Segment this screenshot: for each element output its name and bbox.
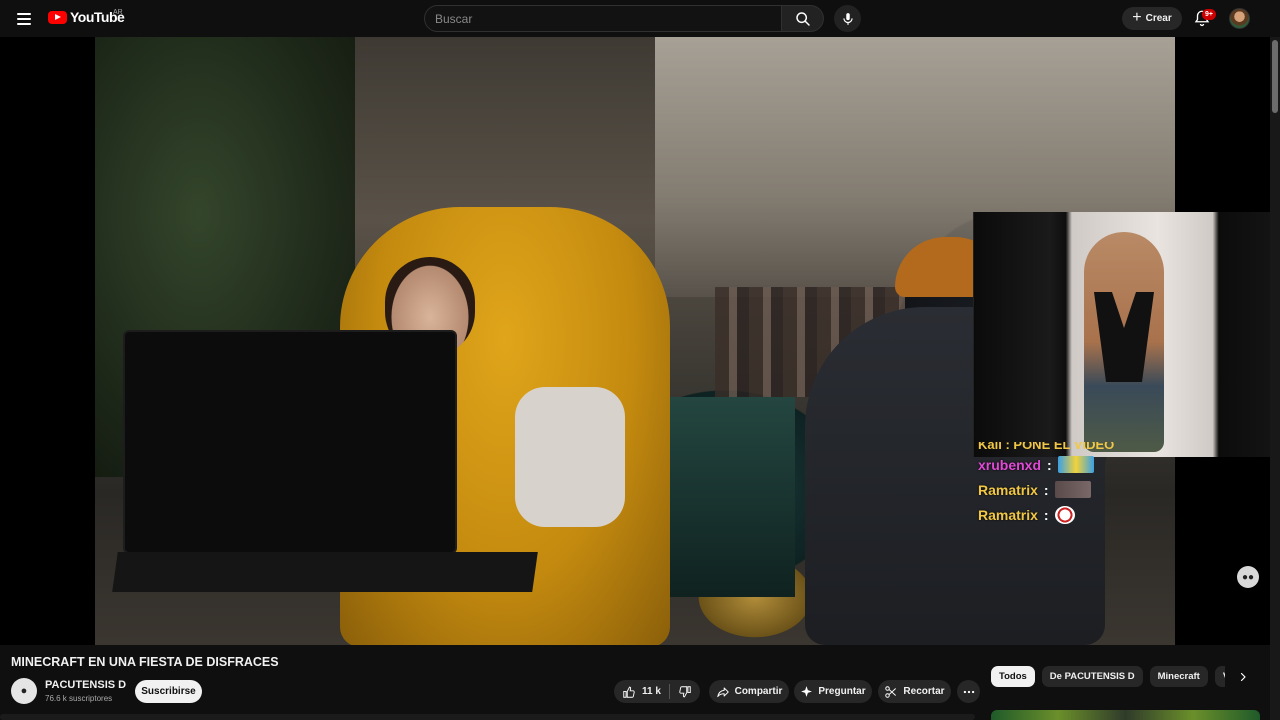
subscribe-button[interactable]: Suscribirse [135,680,202,703]
chat-username: xrubenxd [978,456,1042,473]
inset-camera [973,212,1270,457]
share-icon [716,686,729,697]
voice-search-button[interactable] [834,5,861,32]
chat-separator: : [1043,481,1049,498]
like-divider [669,684,670,699]
chat-line: Ramatrix : [978,502,1178,527]
search-icon [795,11,810,26]
description-box-edge [0,714,975,720]
chat-line-cut: Kali : PONE EL VIDEO [978,442,1115,452]
sparkle-icon [801,686,813,697]
thumbs-up-icon [623,686,635,698]
chat-separator: : [1043,506,1049,523]
create-label: Crear [1145,13,1172,24]
create-button[interactable]: + Crear [1122,7,1182,30]
chat-separator: : [1047,456,1052,473]
chat-line: xrubenxd : [978,452,1178,477]
like-button[interactable]: 11 k [622,685,661,699]
ask-button[interactable]: Preguntar [794,680,872,703]
search-input[interactable] [425,6,781,31]
chips-next-button[interactable] [1234,667,1252,687]
thumbs-down-icon [679,686,691,698]
share-label: Compartir [734,686,783,697]
emote-icon [1054,481,1091,498]
play-logo-icon [48,10,67,24]
search-button[interactable] [782,5,824,32]
video-title: MINECRAFT EN UNA FIESTA DE DISFRACES [11,655,279,669]
chat-username: Ramatrix [978,481,1038,498]
ask-label: Preguntar [818,686,866,697]
channel-watermark-icon[interactable]: ●● [1237,566,1259,588]
chevron-right-icon [1240,672,1246,682]
more-actions-button[interactable] [957,680,980,703]
page-scrollbar-track[interactable] [1270,37,1280,720]
menu-icon[interactable] [12,7,36,31]
channel-avatar[interactable]: ● [11,678,37,704]
video-player[interactable]: Kali : PONE EL VIDEO xrubenxd : Ramatrix… [0,37,1270,645]
region-code: AR [113,9,123,16]
scene-laptop [125,332,455,552]
emote-icon [1057,456,1094,473]
page-scrollbar-thumb[interactable] [1272,40,1278,113]
chip-minecraft[interactable]: Minecraft [1149,666,1208,687]
stream-chat-overlay: Kali : PONE EL VIDEO xrubenxd : Ramatrix… [978,442,1178,527]
clip-label: Recortar [903,686,945,697]
microphone-icon [842,12,853,25]
emote-icon [1054,505,1075,524]
subscriber-count: 76.6 k suscriptores [45,694,113,703]
more-horizontal-icon [963,690,974,693]
chat-username: Ramatrix [978,506,1038,523]
user-avatar[interactable] [1229,8,1250,29]
share-button[interactable]: Compartir [709,680,789,703]
clip-button[interactable]: Recortar [878,680,951,703]
plus-icon: + [1132,8,1142,26]
chip-all[interactable]: Todos [991,666,1035,687]
scene-shirt [515,387,625,527]
scene-laptop-base [112,552,538,592]
scissors-icon [885,685,897,698]
chip-related[interactable]: Videos relacionados [1214,666,1225,687]
notification-badge: 9+ [1202,9,1216,20]
recommendation-chips: Todos De PACUTENSIS D Minecraft Videos r… [991,666,1225,687]
masthead: YouTube AR + Crear 9+ [0,0,1280,37]
channel-name[interactable]: PACUTENSIS D [45,679,126,691]
search-box [424,5,782,32]
dislike-button[interactable] [676,683,694,701]
like-count: 11 k [642,686,661,697]
recommended-video-thumbnail[interactable] [991,710,1260,720]
chip-channel[interactable]: De PACUTENSIS D [1041,666,1143,687]
chat-line: Ramatrix : [978,477,1178,502]
